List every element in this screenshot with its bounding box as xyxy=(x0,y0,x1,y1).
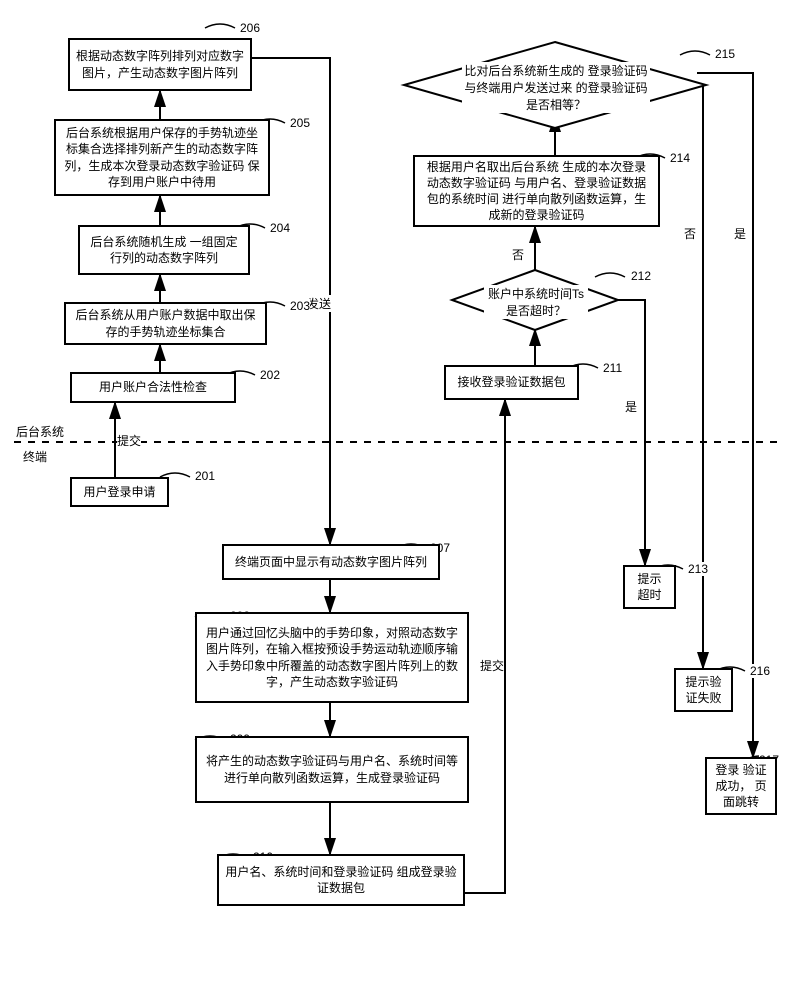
num-203: 203 xyxy=(290,299,310,313)
node-201: 用户登录申请 xyxy=(70,477,169,507)
node-203: 后台系统从用户账户数据中取出保存的手势轨迹坐标集合 xyxy=(64,302,267,345)
edge-212-yes: 是 xyxy=(625,398,637,415)
edge-submit-1: 提交 xyxy=(117,432,141,449)
edge-submit-2: 提交 xyxy=(480,657,504,674)
node-213: 提示 超时 xyxy=(623,565,676,609)
num-202: 202 xyxy=(260,368,280,382)
num-215: 215 xyxy=(715,47,735,61)
node-209: 将产生的动态数字验证码与用户名、系统时间等进行单向散列函数运算，生成登录验证码 xyxy=(195,736,469,803)
num-213: 213 xyxy=(688,562,708,576)
zone-terminal-label: 终端 xyxy=(23,448,47,465)
node-202: 用户账户合法性检查 xyxy=(70,372,236,403)
node-204: 后台系统随机生成 一组固定行列的动态数字阵列 xyxy=(78,225,250,275)
num-211: 211 xyxy=(603,361,622,375)
node-205: 后台系统根据用户保存的手势轨迹坐标集合选择排列新产生的动态数字阵列，生成本次登录… xyxy=(54,119,270,196)
edge-215-yes: 是 xyxy=(734,225,746,242)
edge-212-no: 否 xyxy=(512,246,524,263)
node-215: 比对后台系统新生成的 登录验证码与终端用户发送过来 的登录验证码是否相等？ xyxy=(462,62,650,113)
node-212: 账户中系统时间Ts 是否超时？ xyxy=(484,285,588,319)
edge-send: 发送 xyxy=(307,295,331,312)
node-216: 提示验 证失败 xyxy=(674,668,733,712)
node-207: 终端页面中显示有动态数字图片阵列 xyxy=(222,544,440,580)
node-210: 用户名、系统时间和登录验证码 组成登录验证数据包 xyxy=(217,854,465,906)
node-217: 登录 验证成功， 页面跳转 xyxy=(705,757,777,815)
zone-backend-label: 后台系统 xyxy=(16,423,64,440)
num-216: 216 xyxy=(750,664,770,678)
num-204: 204 xyxy=(270,221,290,235)
num-212: 212 xyxy=(631,269,651,283)
num-214: 214 xyxy=(670,151,690,165)
node-211: 接收登录验证数据包 xyxy=(444,365,579,400)
num-201: 201 xyxy=(195,469,215,483)
node-214: 根据用户名取出后台系统 生成的本次登录动态数字验证码 与用户名、登录验证数据包的… xyxy=(413,155,660,227)
num-206: 206 xyxy=(240,21,260,35)
node-206: 根据动态数字阵列排列对应数字图片，产生动态数字图片阵列 xyxy=(68,38,252,91)
node-208: 用户通过回忆头脑中的手势印象，对照动态数字图片阵列，在输入框按预设手势运动轨迹顺… xyxy=(195,612,469,703)
edge-215-no: 否 xyxy=(684,225,696,242)
num-205: 205 xyxy=(290,116,310,130)
